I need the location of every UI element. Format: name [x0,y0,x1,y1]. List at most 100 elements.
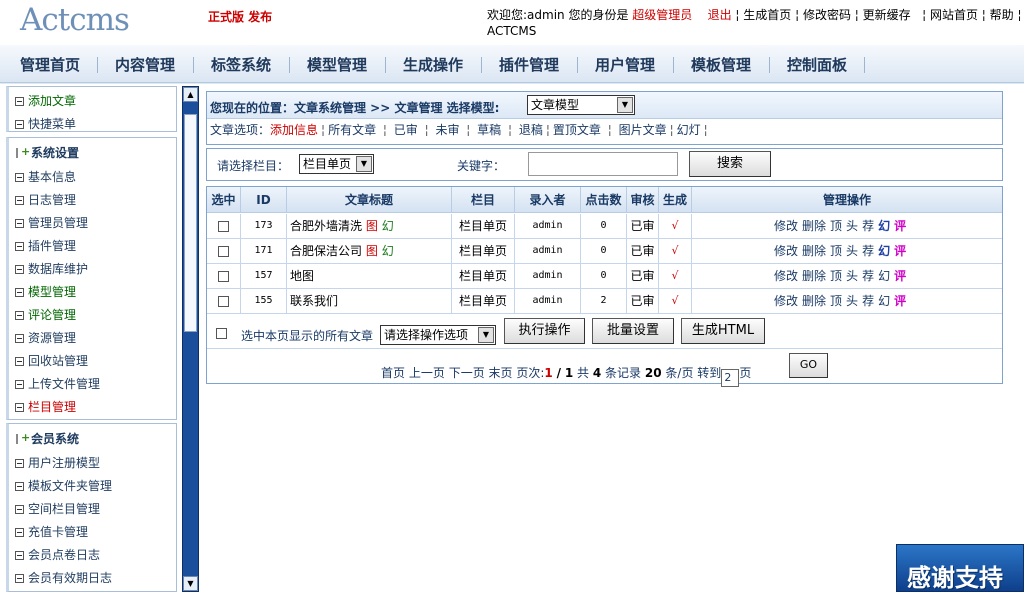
select-all-checkbox[interactable] [216,328,227,339]
update-cache-link[interactable]: 更新缓存 [863,8,911,22]
sidebar-item-add-article[interactable]: 添加文章 [15,92,76,109]
delete-link[interactable]: 删除 [802,219,826,233]
row-checkbox[interactable] [218,271,229,282]
nav-templates[interactable]: 模板管理 [691,54,751,75]
sidebar-item-points-log[interactable]: 会员点卷日志 [15,546,100,563]
sidebar-item-comments[interactable]: 评论管理 [15,306,76,323]
nav-models[interactable]: 模型管理 [307,54,367,75]
nav-tags[interactable]: 标签系统 [211,54,271,75]
sidebar-item-space-columns[interactable]: 空间栏目管理 [15,500,100,517]
sidebar-item-register-model[interactable]: 用户注册模型 [15,454,100,471]
sidebar-item-validity-log[interactable]: 会员有效期日志 [15,569,112,586]
execute-button[interactable]: 执行操作 [504,318,585,344]
nav-content[interactable]: 内容管理 [115,54,175,75]
sidebar-item-basic-info[interactable]: 基本信息 [15,168,76,185]
first-page-link[interactable]: 首页 [381,366,405,380]
comment-link[interactable]: 评 [894,269,906,283]
delete-link[interactable]: 删除 [802,294,826,308]
option-all[interactable]: 所有文章 [328,123,376,137]
edit-link[interactable]: 修改 [774,219,798,233]
option-unapproved[interactable]: 未审 [435,123,459,137]
sidebar-item-uploads[interactable]: 上传文件管理 [15,375,100,392]
recommend-link[interactable]: 荐 [862,244,874,258]
edit-link[interactable]: 修改 [774,244,798,258]
nav-users[interactable]: 用户管理 [595,54,655,75]
sidebar-system-title[interactable]: + 系统设置 [15,144,79,161]
headline-link[interactable]: 头 [846,219,858,233]
scroll-thumb[interactable] [184,114,197,332]
sidebar-item-database[interactable]: 数据库维护 [15,260,88,277]
sidebar-item-quick-menu[interactable]: 快捷菜单 [15,115,76,132]
row-title-link[interactable]: 合肥保洁公司 [290,244,362,258]
recommend-link[interactable]: 荐 [862,269,874,283]
thanks-banner[interactable]: 感谢支持 [896,544,1024,592]
scroll-up-icon[interactable]: ▲ [183,87,198,102]
delete-link[interactable]: 删除 [802,244,826,258]
nav-generate[interactable]: 生成操作 [403,54,463,75]
last-page-link[interactable]: 末页 [489,366,513,380]
comment-link[interactable]: 评 [894,219,906,233]
option-drafts[interactable]: 草稿 [477,123,501,137]
nav-plugins[interactable]: 插件管理 [499,54,559,75]
gen-home-link[interactable]: 生成首页 [743,8,791,22]
help-link[interactable]: 帮助 [990,8,1014,22]
keyword-input[interactable] [528,152,678,176]
sidebar-item-template-folder[interactable]: 模板文件夹管理 [15,477,112,494]
slide-link[interactable]: 幻 [878,269,890,283]
comment-link[interactable]: 评 [894,294,906,308]
next-page-link[interactable]: 下一页 [449,366,485,380]
option-add-info[interactable]: 添加信息 [270,123,318,137]
category-select[interactable]: 栏目单页 ▼ [299,154,374,174]
option-rejected[interactable]: 退稿 [519,123,543,137]
option-approved[interactable]: 已审 [394,123,418,137]
row-checkbox[interactable] [218,296,229,307]
sidebar-member-title[interactable]: + 会员系统 [15,430,79,447]
top-link[interactable]: 顶 [830,219,842,233]
search-button[interactable]: 搜索 [689,151,771,177]
scroll-down-icon[interactable]: ▼ [183,576,198,591]
option-images[interactable]: 图片文章 [619,123,667,137]
change-password-link[interactable]: 修改密码 [803,8,851,22]
recommend-link[interactable]: 荐 [862,219,874,233]
site-home-link[interactable]: 网站首页 [930,8,978,22]
row-title-link[interactable]: 联系我们 [290,294,338,308]
slide-link[interactable]: 幻 [878,219,890,233]
operation-select[interactable]: 请选择操作选项 ▼ [380,325,496,345]
sidebar-item-recharge-cards[interactable]: 充值卡管理 [15,523,88,540]
edit-link[interactable]: 修改 [774,294,798,308]
top-link[interactable]: 顶 [830,294,842,308]
row-checkbox[interactable] [218,221,229,232]
option-pinned[interactable]: 置顶文章 [553,123,601,137]
delete-link[interactable]: 删除 [802,269,826,283]
slide-link[interactable]: 幻 [878,294,890,308]
go-button[interactable]: GO [789,353,828,378]
batch-settings-button[interactable]: 批量设置 [592,318,674,344]
sidebar-scrollbar[interactable]: ▲ ▼ [182,86,199,592]
prev-page-link[interactable]: 上一页 [409,366,445,380]
recommend-link[interactable]: 荐 [862,294,874,308]
sidebar-item-recycle[interactable]: 回收站管理 [15,352,88,369]
comment-link[interactable]: 评 [894,244,906,258]
top-link[interactable]: 顶 [830,269,842,283]
sidebar-item-models[interactable]: 模型管理 [15,283,76,300]
option-slides[interactable]: 幻灯 [677,123,701,137]
sidebar-item-log[interactable]: 日志管理 [15,191,76,208]
headline-link[interactable]: 头 [846,269,858,283]
headline-link[interactable]: 头 [846,244,858,258]
headline-link[interactable]: 头 [846,294,858,308]
top-link[interactable]: 顶 [830,244,842,258]
sidebar-item-resources[interactable]: 资源管理 [15,329,76,346]
slide-link[interactable]: 幻 [878,244,890,258]
actcms-link[interactable]: ACTCMS [487,24,536,38]
nav-control-panel[interactable]: 控制面板 [787,54,847,75]
sidebar-item-columns[interactable]: 栏目管理 [15,398,76,415]
goto-page-input[interactable]: 2 [721,369,740,387]
edit-link[interactable]: 修改 [774,269,798,283]
sidebar-item-admins[interactable]: 管理员管理 [15,214,88,231]
row-title-link[interactable]: 合肥外墙清洗 [290,219,362,233]
sidebar-item-plugins[interactable]: 插件管理 [15,237,76,254]
row-checkbox[interactable] [218,246,229,257]
row-title-link[interactable]: 地图 [290,269,314,283]
generate-html-button[interactable]: 生成HTML [681,318,765,344]
nav-home[interactable]: 管理首页 [20,54,80,75]
